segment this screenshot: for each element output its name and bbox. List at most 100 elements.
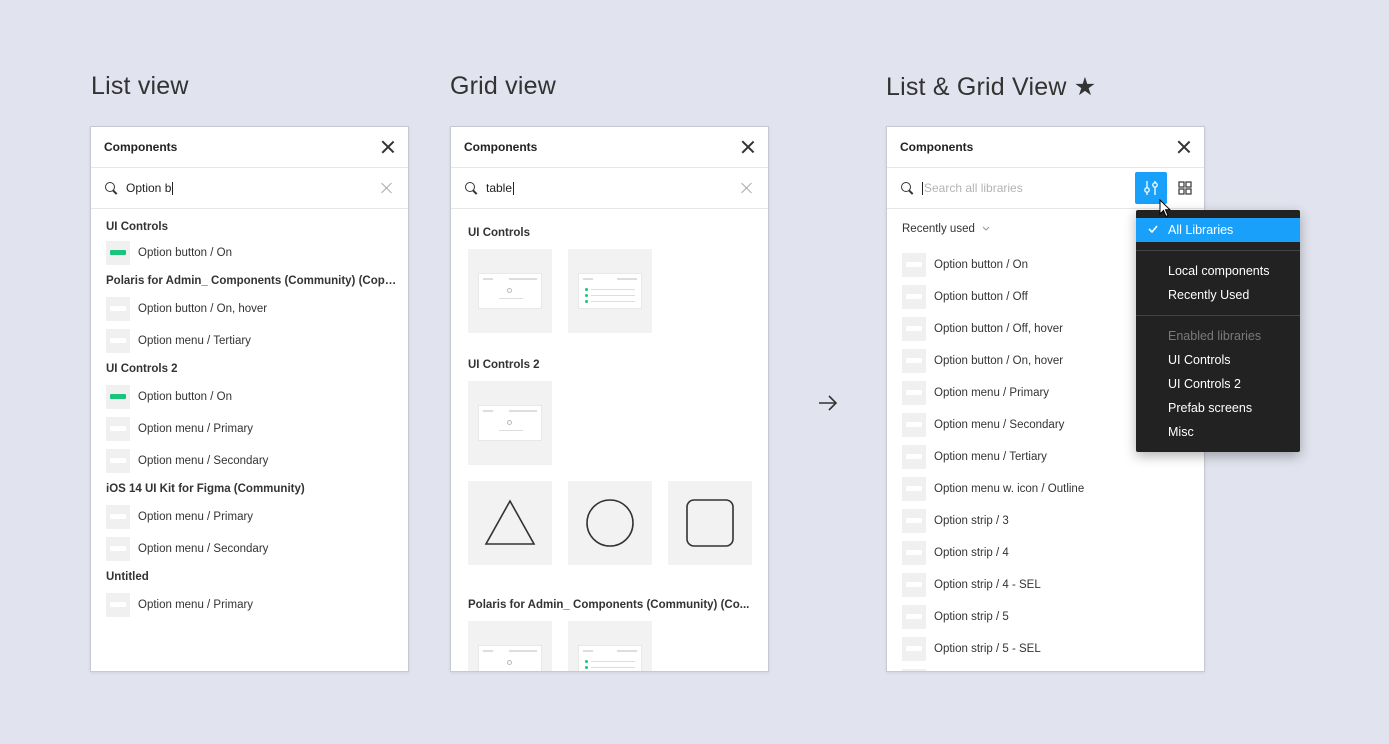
panel-title: Components: [104, 140, 178, 154]
list-view-panel: Components Option b UI Controls Option b…: [90, 126, 409, 672]
component-preview: [478, 405, 542, 441]
clear-search-icon[interactable]: [381, 182, 393, 194]
mouse-cursor-icon: [1159, 199, 1171, 218]
panel-header: Components: [451, 127, 768, 168]
grid-tile[interactable]: [468, 249, 552, 333]
filter-label: Recently used: [902, 223, 975, 235]
menu-divider: [1136, 250, 1300, 251]
item-label: Option menu / Primary: [138, 423, 254, 435]
menu-header-enabled-libraries: Enabled libraries: [1168, 329, 1262, 343]
grid-tile[interactable]: [568, 249, 652, 333]
rounded-square-icon: [686, 499, 734, 547]
search-input[interactable]: Search all libraries: [922, 181, 1023, 195]
section-title: Untitled: [106, 571, 149, 583]
item-label: Option strip / 4: [934, 547, 1009, 559]
list-item[interactable]: Option strip / 4: [887, 537, 1204, 569]
menu-item-recently-used[interactable]: Recently Used: [1136, 283, 1300, 307]
menu-item-label: All Libraries: [1168, 223, 1234, 237]
list-item[interactable]: Option strip / 4 - SEL: [887, 569, 1204, 601]
menu-item-all-libraries[interactable]: All Libraries: [1136, 218, 1300, 242]
item-label: Option button / On: [138, 247, 232, 259]
component-preview: [478, 645, 542, 671]
section-title: Polaris for Admin_ Components (Community…: [106, 275, 401, 287]
list-item[interactable]: Option menu / Primary: [91, 589, 408, 621]
menu-item-ui-controls-2[interactable]: UI Controls 2: [1136, 372, 1300, 396]
component-thumbnail: [106, 505, 130, 529]
list-item[interactable]: Option button / On, hover: [91, 293, 408, 325]
search-icon: [900, 181, 914, 195]
menu-item-ui-controls[interactable]: UI Controls: [1136, 348, 1300, 372]
item-label: Option strip / 3: [934, 515, 1009, 527]
list-item[interactable]: Option button / On: [91, 381, 408, 413]
grid-tile[interactable]: [668, 481, 752, 565]
component-thumbnail: [902, 637, 926, 661]
component-thumbnail: [106, 537, 130, 561]
item-label: Option strip / 4 - SEL: [934, 579, 1041, 591]
list-item[interactable]: Option strip / 5: [887, 601, 1204, 633]
item-label: Option menu / Secondary: [138, 543, 269, 555]
search-input[interactable]: table: [486, 181, 515, 195]
item-label: Option menu / Secondary: [934, 419, 1065, 431]
item-label: Option menu / Tertiary: [138, 335, 251, 347]
close-icon[interactable]: [1177, 140, 1191, 154]
component-thumbnail: [902, 669, 926, 671]
clear-search-icon[interactable]: [741, 182, 753, 194]
close-icon[interactable]: [741, 140, 755, 154]
grid-view-panel: Components table UI Controls UI Controls…: [450, 126, 769, 672]
grid-tile[interactable]: [568, 621, 652, 671]
item-label: Option menu / Primary: [138, 511, 254, 523]
search-bar[interactable]: Option b: [91, 168, 408, 209]
component-thumbnail: [902, 253, 926, 277]
checkmark-icon: [1148, 225, 1158, 234]
list-item[interactable]: Option menu / Primary: [91, 501, 408, 533]
search-bar[interactable]: Search all libraries: [887, 168, 1204, 209]
item-label: Option button / On: [934, 259, 1028, 271]
list-item[interactable]: Option strip / 5 - SEL: [887, 633, 1204, 665]
grid-tile[interactable]: [568, 481, 652, 565]
grid-tile[interactable]: [468, 621, 552, 671]
list-item[interactable]: Option menu / Tertiary: [91, 325, 408, 357]
component-thumbnail: [902, 317, 926, 341]
menu-divider: [1136, 315, 1300, 316]
grid-view-toggle[interactable]: [1178, 181, 1192, 195]
section-title: UI Controls: [106, 221, 168, 233]
triangle-icon: [484, 499, 536, 545]
component-thumbnail: [106, 297, 130, 321]
grid-tile[interactable]: [468, 381, 552, 465]
component-thumbnail: [106, 385, 130, 409]
close-icon[interactable]: [381, 140, 395, 154]
list-item[interactable]: Option button / On: [91, 237, 408, 269]
component-preview: [578, 645, 642, 671]
item-label: Option button / Off: [934, 291, 1028, 303]
menu-item-prefab-screens[interactable]: Prefab screens: [1136, 396, 1300, 420]
menu-item-misc[interactable]: Misc: [1136, 420, 1300, 444]
search-bar[interactable]: table: [451, 168, 768, 209]
panel-title: Components: [464, 140, 538, 154]
list-item[interactable]: [887, 665, 1204, 671]
grid-icon: [1178, 181, 1192, 195]
list-item[interactable]: Option menu / Secondary: [91, 533, 408, 565]
menu-item-local-components[interactable]: Local components: [1136, 259, 1300, 283]
component-thumbnail: [106, 449, 130, 473]
item-label: Option menu / Tertiary: [934, 451, 1047, 463]
component-thumbnail: [902, 381, 926, 405]
item-label: Option menu / Secondary: [138, 455, 269, 467]
list-item[interactable]: Option menu w. icon / Outline: [887, 473, 1204, 505]
component-thumbnail: [902, 477, 926, 501]
item-label: Option button / Off, hover: [934, 323, 1063, 335]
panel-title: Components: [900, 140, 974, 154]
grid-view-heading: Grid view: [450, 72, 556, 100]
search-icon: [464, 181, 478, 195]
component-thumbnail: [902, 445, 926, 469]
search-input[interactable]: Option b: [126, 181, 174, 195]
list-item[interactable]: Option strip / 3: [887, 505, 1204, 537]
component-thumbnail: [902, 605, 926, 629]
results-list: UI Controls Option button / On Polaris f…: [91, 209, 408, 621]
list-item[interactable]: Option menu / Primary: [91, 413, 408, 445]
list-view-heading: List view: [91, 72, 189, 100]
list-item[interactable]: Option menu / Secondary: [91, 445, 408, 477]
section-title: UI Controls 2: [468, 359, 540, 371]
grid-tile[interactable]: [468, 481, 552, 565]
library-dropdown-menu: All Libraries Local components Recently …: [1136, 210, 1300, 452]
section-title: Polaris for Admin_ Components (Community…: [468, 599, 750, 611]
